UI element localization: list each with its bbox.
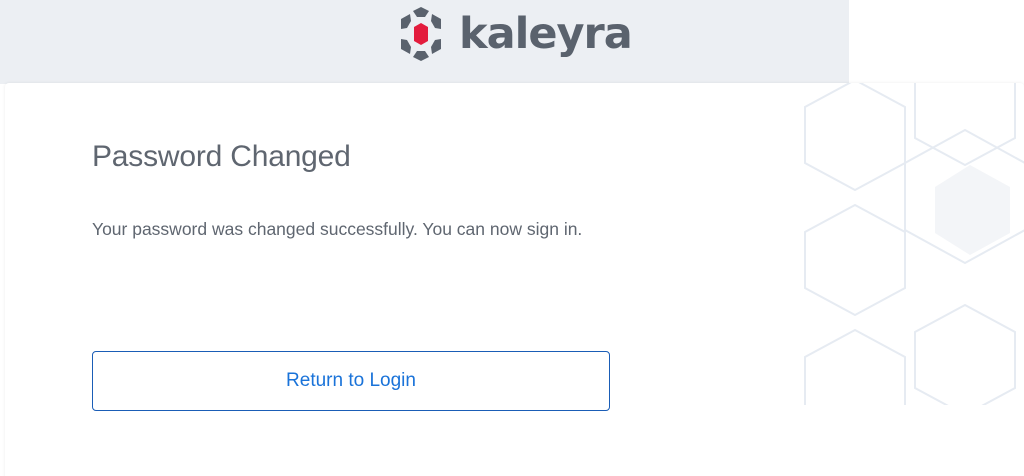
brand-name: kaleyra xyxy=(459,9,633,59)
kaleyra-hex-logo-icon xyxy=(401,7,441,61)
return-to-login-button[interactable]: Return to Login xyxy=(92,351,610,411)
page-title: Password Changed xyxy=(92,140,351,173)
hexagon-pattern-icon xyxy=(804,83,1024,405)
success-message: Your password was changed successfully. … xyxy=(92,219,583,239)
brand-logo: kaleyra xyxy=(396,6,633,62)
header-band: kaleyra xyxy=(0,0,849,84)
password-changed-card: Password Changed Your password was chang… xyxy=(5,83,1024,476)
